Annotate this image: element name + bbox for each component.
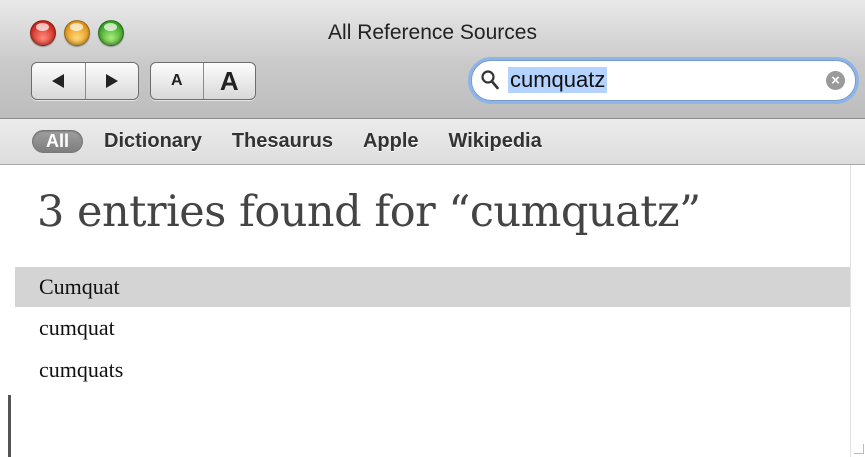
- font-size-buttons: A A: [150, 62, 256, 100]
- results-heading: 3 entries found for “cumquatz”: [37, 187, 701, 237]
- result-item[interactable]: Cumquat: [15, 267, 850, 307]
- left-divider: [8, 395, 11, 457]
- scope-apple[interactable]: Apple: [363, 130, 419, 153]
- resize-handle[interactable]: [854, 444, 864, 454]
- scope-bar: All Dictionary Thesaurus Apple Wikipedia: [0, 119, 865, 165]
- back-arrow-icon: [52, 74, 65, 88]
- results-pane: 3 entries found for “cumquatz” Cumquat c…: [15, 165, 850, 457]
- scrollbar-track[interactable]: [850, 165, 865, 457]
- scope-all[interactable]: All: [32, 130, 84, 153]
- decrease-font-button[interactable]: A: [151, 63, 204, 99]
- search-field[interactable]: cumquatz ×: [471, 60, 856, 101]
- window-title: All Reference Sources: [328, 21, 537, 44]
- result-item[interactable]: cumquat: [15, 307, 850, 349]
- search-icon: [481, 70, 499, 90]
- clear-icon[interactable]: ×: [826, 71, 845, 90]
- result-item[interactable]: cumquats: [15, 349, 850, 391]
- scope-dictionary[interactable]: Dictionary: [104, 130, 202, 153]
- forward-arrow-icon: [105, 74, 118, 88]
- increase-font-label: A: [219, 65, 239, 96]
- back-button[interactable]: [32, 63, 86, 99]
- decrease-font-label: A: [170, 72, 183, 89]
- scope-thesaurus[interactable]: Thesaurus: [232, 130, 333, 153]
- scope-wikipedia[interactable]: Wikipedia: [449, 130, 542, 153]
- increase-font-button[interactable]: A: [204, 63, 256, 99]
- search-input[interactable]: cumquatz: [508, 67, 608, 93]
- results-list: Cumquat cumquat cumquats: [15, 267, 850, 391]
- titlebar: All Reference Sources A A cumquatz ×: [0, 0, 865, 119]
- forward-button[interactable]: [86, 63, 139, 99]
- navigation-buttons: [31, 62, 139, 100]
- dictionary-window: All Reference Sources A A cumquatz × All…: [0, 0, 865, 457]
